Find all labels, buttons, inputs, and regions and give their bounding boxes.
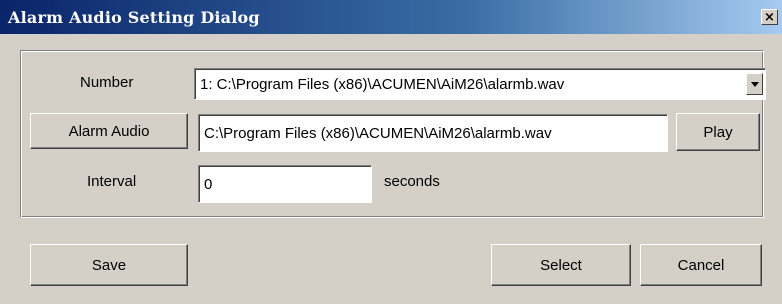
interval-input[interactable]: 0	[198, 165, 372, 203]
interval-label: Interval	[87, 173, 137, 190]
cancel-button[interactable]: Cancel	[640, 244, 762, 286]
dropdown-button[interactable]	[746, 73, 763, 95]
number-select[interactable]: 1: C:\Program Files (x86)\ACUMEN\AiM26\a…	[194, 68, 766, 100]
title-bar[interactable]: Alarm Audio Setting Dialog ×	[0, 0, 782, 34]
interval-unit-label: seconds	[384, 173, 440, 190]
interval-value: 0	[204, 175, 213, 193]
number-select-value: 1: C:\Program Files (x86)\ACUMEN\AiM26\a…	[200, 75, 565, 93]
play-button[interactable]: Play	[676, 113, 760, 151]
close-icon: ×	[764, 9, 775, 25]
chevron-down-icon	[750, 81, 759, 87]
select-button[interactable]: Select	[491, 244, 631, 286]
alarm-audio-path-value: C:\Program Files (x86)\ACUMEN\AiM26\alar…	[204, 124, 552, 142]
number-label: Number	[80, 74, 134, 91]
alarm-audio-button[interactable]: Alarm Audio	[30, 113, 188, 149]
window-title: Alarm Audio Setting Dialog	[8, 8, 260, 27]
alarm-audio-path-input[interactable]: C:\Program Files (x86)\ACUMEN\AiM26\alar…	[198, 114, 668, 152]
close-button[interactable]: ×	[761, 9, 778, 25]
save-button[interactable]: Save	[30, 244, 188, 286]
